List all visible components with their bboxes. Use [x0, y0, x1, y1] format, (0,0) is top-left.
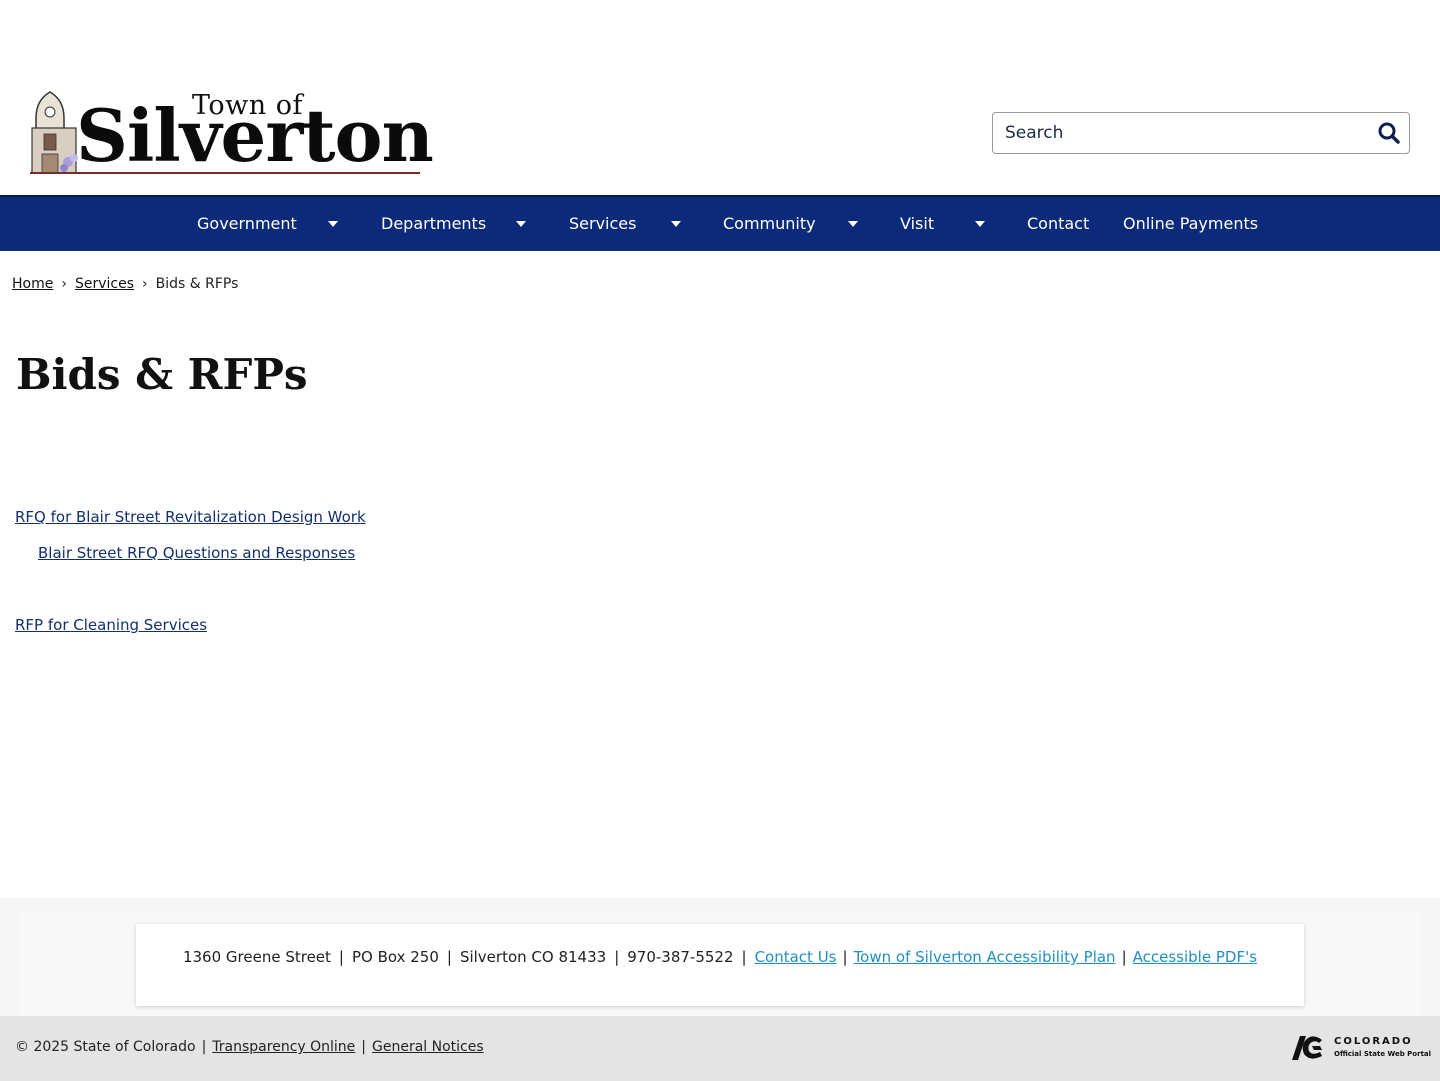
- state-footer-bar: © 2025 State of Colorado | Transparency On…: [0, 1016, 1440, 1081]
- footer-separator: |: [201, 1039, 207, 1055]
- colorado-c-icon: [1292, 1036, 1322, 1060]
- breadcrumb-separator: ›: [61, 276, 67, 292]
- breadcrumb-current: Bids & RFPs: [155, 276, 239, 292]
- footer-contact-line: 1360 Greene Street | PO Box 250 | Silverton …: [136, 948, 1304, 966]
- search-icon[interactable]: [1377, 121, 1401, 145]
- logo-town-name: Silverton: [76, 93, 434, 178]
- colorado-portal-subtitle: Official State Web Portal: [1334, 1050, 1432, 1058]
- search-box: [992, 112, 1410, 154]
- chevron-down-icon[interactable]: [975, 221, 985, 227]
- nav-item-government[interactable]: Government: [197, 197, 297, 251]
- state-footer-text: © 2025 State of Colorado | Transparency On…: [15, 1039, 484, 1055]
- general-notices-link[interactable]: General Notices: [372, 1039, 484, 1055]
- footer-pdf-link[interactable]: Accessible PDF's: [1133, 948, 1257, 966]
- chevron-down-icon[interactable]: [671, 221, 681, 227]
- search-input[interactable]: [993, 113, 1363, 153]
- link-blair-street-questions[interactable]: Blair Street RFQ Questions and Responses: [35, 544, 355, 562]
- footer-phone: 970-387-5522: [627, 948, 734, 966]
- chevron-down-icon[interactable]: [328, 221, 338, 227]
- breadcrumb-home[interactable]: Home: [12, 276, 53, 292]
- page-title: Bids & RFPs: [16, 350, 308, 399]
- breadcrumb-separator: ›: [142, 276, 148, 292]
- breadcrumb: Home › Services › Bids & RFPs: [12, 276, 238, 292]
- footer-po-box: PO Box 250: [351, 948, 439, 966]
- link-rfq-blair-street[interactable]: RFQ for Blair Street Revitalization Desi…: [15, 508, 366, 526]
- chevron-down-icon[interactable]: [848, 221, 858, 227]
- footer-separator: |: [1121, 948, 1127, 966]
- clock-tower-icon: [31, 91, 78, 174]
- nav-item-services[interactable]: Services: [569, 197, 636, 251]
- footer-contact-card: 1360 Greene Street | PO Box 250 | Silverton …: [136, 924, 1304, 1006]
- nav-item-community[interactable]: Community: [723, 197, 816, 251]
- link-rfp-cleaning[interactable]: RFP for Cleaning Services: [15, 616, 207, 634]
- footer-separator: |: [614, 948, 620, 966]
- logo-underline: [30, 172, 420, 174]
- colorado-portal-logo[interactable]: COLORADO Official State Web Portal: [1288, 1032, 1432, 1064]
- chevron-down-icon[interactable]: [516, 221, 526, 227]
- nav-item-visit[interactable]: Visit: [900, 197, 934, 251]
- footer-separator: |: [361, 1039, 367, 1055]
- main-navigation: Government Departments Services Communit…: [0, 195, 1440, 251]
- footer-separator: |: [446, 948, 452, 966]
- footer-separator: |: [842, 948, 848, 966]
- breadcrumb-services[interactable]: Services: [75, 276, 134, 292]
- nav-item-contact[interactable]: Contact: [1027, 197, 1089, 251]
- footer-address: 1360 Greene Street: [182, 948, 331, 966]
- copyright-text: © 2025 State of Colorado: [15, 1039, 196, 1055]
- footer-separator: |: [338, 948, 344, 966]
- footer-contact-link[interactable]: Contact Us: [755, 948, 837, 966]
- footer-city: Silverton CO 81433: [459, 948, 607, 966]
- colorado-wordmark: COLORADO: [1334, 1036, 1413, 1047]
- footer-accessibility-link[interactable]: Town of Silverton Accessibility Plan: [854, 948, 1116, 966]
- site-header: Town of Silverton: [0, 0, 1440, 195]
- town-logo[interactable]: Town of Silverton: [28, 88, 434, 176]
- footer-separator: |: [741, 948, 747, 966]
- transparency-link[interactable]: Transparency Online: [212, 1039, 355, 1055]
- nav-item-departments[interactable]: Departments: [381, 197, 486, 251]
- nav-item-online-payments[interactable]: Online Payments: [1123, 197, 1258, 251]
